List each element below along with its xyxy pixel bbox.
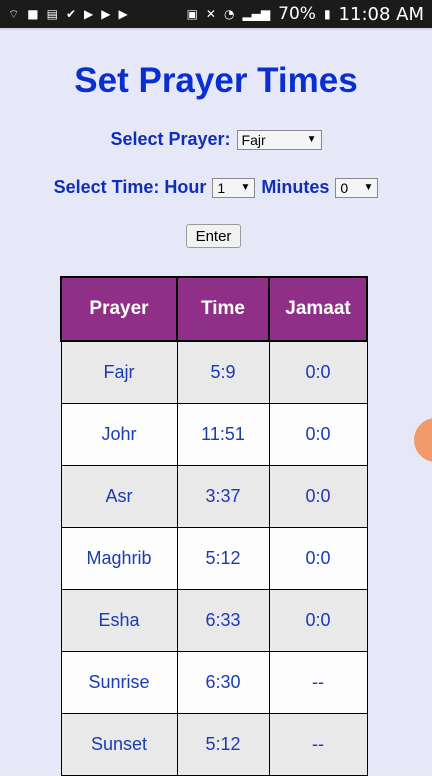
play-store-icon: ▶ bbox=[118, 7, 128, 21]
camera-icon: ■ bbox=[27, 7, 39, 21]
time-cell: 3:37 bbox=[176, 465, 270, 528]
page: Set Prayer Times Select Prayer: Fajr ▼ S… bbox=[0, 28, 432, 776]
dropdown-arrow-icon: ▼ bbox=[363, 182, 374, 193]
prayer-cell: Esha bbox=[60, 589, 178, 652]
time-cell: 6:33 bbox=[176, 589, 270, 652]
minutes-label: Minutes bbox=[261, 177, 330, 197]
time-cell: 5:12 bbox=[176, 527, 270, 590]
header-jamaat: Jamaat bbox=[268, 276, 368, 342]
prayer-cell: Johr bbox=[60, 403, 178, 466]
header-prayer: Prayer bbox=[60, 276, 178, 342]
prayer-cell: Fajr bbox=[60, 340, 178, 404]
page-title: Set Prayer Times bbox=[74, 61, 358, 100]
table-row: Fajr 5:9 0:0 bbox=[60, 340, 368, 404]
select-time-label: Select Time: Hour bbox=[53, 177, 207, 197]
select-time-row: Select Time: Hour 1 ▼ Minutes 0 ▼ bbox=[0, 177, 432, 198]
table-row: Johr 11:51 0:0 bbox=[60, 403, 368, 466]
dropdown-arrow-icon: ▼ bbox=[306, 134, 317, 145]
prayer-cell: Maghrib bbox=[60, 527, 178, 590]
minutes-select[interactable]: 0 ▼ bbox=[335, 177, 379, 198]
sim-icon: ▣ bbox=[186, 7, 198, 21]
table-row: Esha 6:33 0:0 bbox=[60, 589, 368, 652]
status-left-icons: ⌔ ■ ▤ ✔ ▶ ▶ ▶ bbox=[8, 7, 128, 22]
dropdown-arrow-icon: ▼ bbox=[240, 182, 251, 193]
table-row: Sunset 5:12 -- bbox=[60, 713, 368, 776]
enter-button[interactable]: Enter bbox=[186, 224, 241, 248]
play-icon: ▶ bbox=[84, 7, 94, 21]
table-header-row: Prayer Time Jamaat bbox=[60, 276, 368, 342]
check-icon: ✔ bbox=[65, 7, 77, 21]
jamaat-cell: -- bbox=[268, 651, 368, 714]
minutes-select-value: 0 bbox=[340, 179, 349, 196]
signal-icon: ▂▄▆ bbox=[242, 7, 271, 21]
select-prayer-label: Select Prayer: bbox=[110, 129, 231, 149]
prayer-select-value: Fajr bbox=[241, 131, 266, 148]
time-cell: 11:51 bbox=[176, 403, 270, 466]
battery-icon: ▮ bbox=[323, 7, 331, 21]
header-time: Time bbox=[176, 276, 270, 342]
jamaat-cell: 0:0 bbox=[268, 589, 368, 652]
alarm-icon: ◔ bbox=[223, 7, 235, 21]
status-right: ▣ ✕ ◔ ▂▄▆ 70% ▮ 11:08 AM bbox=[187, 4, 424, 25]
battery-percent: 70% bbox=[278, 4, 316, 24]
time-cell: 6:30 bbox=[176, 651, 270, 714]
jamaat-cell: 0:0 bbox=[268, 527, 368, 590]
time-cell: 5:12 bbox=[176, 713, 270, 776]
prayer-cell: Sunrise bbox=[60, 651, 178, 714]
prayer-cell: Sunset bbox=[60, 713, 178, 776]
mute-icon: ✕ bbox=[205, 7, 216, 21]
clock-time: 11:08 AM bbox=[338, 3, 424, 25]
table-row: Maghrib 5:12 0:0 bbox=[60, 527, 368, 590]
jamaat-cell: -- bbox=[268, 713, 368, 776]
prayer-cell: Asr bbox=[60, 465, 178, 528]
wifi-icon: ⌔ bbox=[8, 6, 20, 21]
table-row: Sunrise 6:30 -- bbox=[60, 651, 368, 714]
news-icon: ▤ bbox=[46, 7, 58, 21]
play-check-icon: ▶ bbox=[101, 7, 111, 21]
jamaat-cell: 0:0 bbox=[268, 403, 368, 466]
hour-select[interactable]: 1 ▼ bbox=[212, 177, 256, 198]
status-bar: ⌔ ■ ▤ ✔ ▶ ▶ ▶ ▣ ✕ ◔ ▂▄▆ 70% ▮ 11:08 AM bbox=[0, 0, 432, 28]
edge-panel-handle[interactable] bbox=[414, 418, 432, 462]
time-cell: 5:9 bbox=[176, 340, 270, 404]
table-row: Asr 3:37 0:0 bbox=[60, 465, 368, 528]
hour-select-value: 1 bbox=[217, 179, 226, 196]
prayer-select[interactable]: Fajr ▼ bbox=[236, 129, 322, 150]
jamaat-cell: 0:0 bbox=[268, 340, 368, 404]
select-prayer-row: Select Prayer: Fajr ▼ bbox=[0, 129, 432, 150]
jamaat-cell: 0:0 bbox=[268, 465, 368, 528]
prayer-times-table: Prayer Time Jamaat Fajr 5:9 0:0 Johr 11:… bbox=[60, 276, 368, 776]
